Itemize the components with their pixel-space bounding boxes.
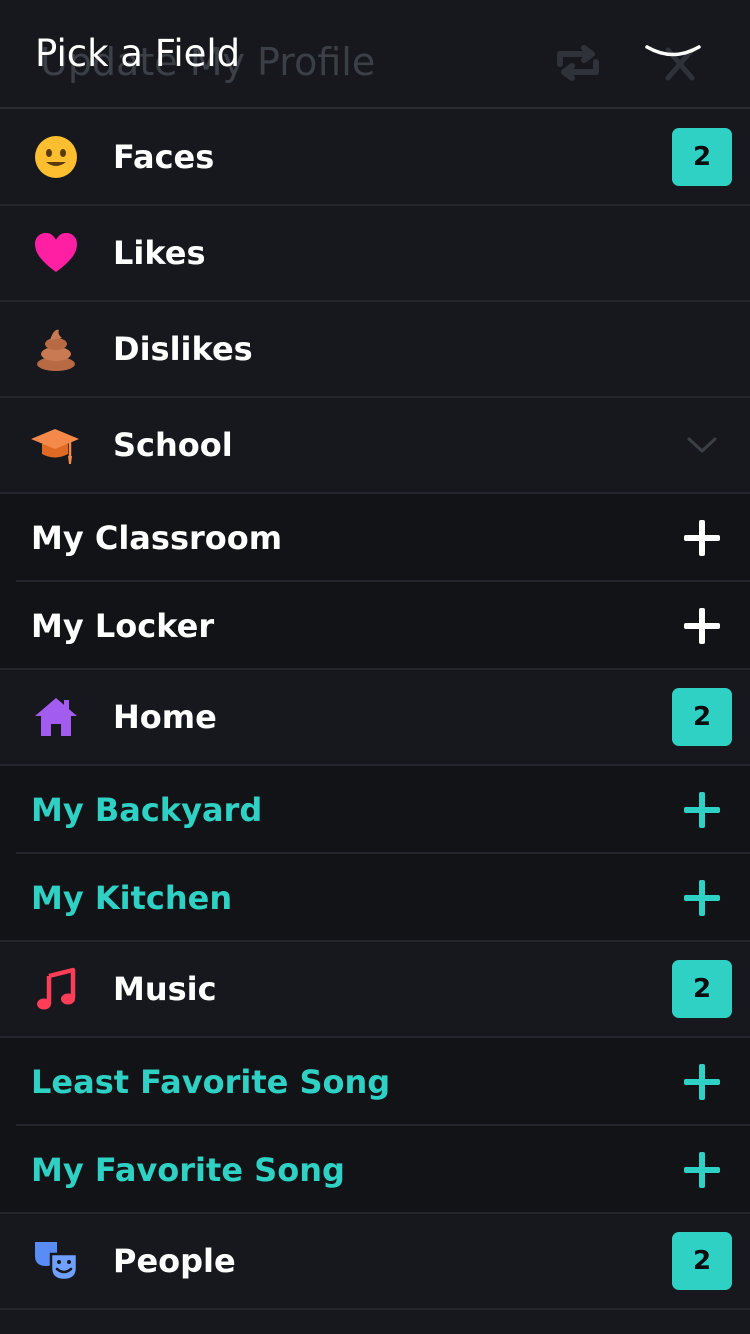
- smiley-face-icon: [35, 136, 77, 178]
- category-label: Home: [113, 698, 217, 736]
- subfield-row[interactable]: My Classroom: [0, 494, 750, 582]
- count-badge: 2: [672, 960, 732, 1018]
- graduation-cap-icon: [31, 429, 79, 464]
- add-icon[interactable]: [684, 1152, 720, 1188]
- category-music[interactable]: Music 2: [0, 942, 750, 1038]
- header: Update My Profile Pick a Field: [0, 0, 750, 109]
- category-faces[interactable]: Faces 2: [0, 110, 750, 206]
- heart-icon: [35, 233, 77, 272]
- add-icon[interactable]: [684, 520, 720, 556]
- count-badge: 2: [672, 688, 732, 746]
- subfield-row[interactable]: My Backyard: [0, 766, 750, 854]
- music-note-icon: [37, 967, 76, 1010]
- subfield-row[interactable]: My Locker: [0, 582, 750, 670]
- category-likes[interactable]: Likes: [0, 206, 750, 302]
- add-icon[interactable]: [684, 880, 720, 916]
- refresh-icon: [557, 45, 599, 81]
- category-label: Likes: [113, 234, 206, 272]
- poop-icon: [37, 329, 75, 371]
- people-masks-icon: [35, 1242, 79, 1282]
- add-icon[interactable]: [684, 792, 720, 828]
- category-home[interactable]: Home 2: [0, 670, 750, 766]
- category-label: People: [113, 1242, 236, 1280]
- add-icon[interactable]: [684, 608, 720, 644]
- count-badge: 2: [672, 1232, 732, 1290]
- house-icon: [35, 698, 77, 736]
- subfield-label: My Kitchen: [31, 879, 233, 917]
- category-dislikes[interactable]: Dislikes: [0, 302, 750, 398]
- subfield-label: My Favorite Song: [31, 1151, 345, 1189]
- category-people[interactable]: People 2: [0, 1214, 750, 1310]
- subfield-label: Least Favorite Song: [31, 1063, 391, 1101]
- subfield-label: My Backyard: [31, 791, 263, 829]
- collapse-button[interactable]: [640, 36, 706, 76]
- category-school[interactable]: School: [0, 398, 750, 494]
- chevron-down-icon: [645, 45, 701, 57]
- count-badge: 2: [672, 128, 732, 186]
- subfield-row[interactable]: My Favorite Song: [0, 1126, 750, 1214]
- category-label: Faces: [113, 138, 215, 176]
- subfield-label: My Classroom: [31, 519, 283, 557]
- page-title: Pick a Field: [35, 32, 241, 75]
- subfield-label: My Locker: [31, 607, 215, 645]
- subfield-row[interactable]: My Kitchen: [0, 854, 750, 942]
- subfield-row[interactable]: Least Favorite Song: [0, 1038, 750, 1126]
- chevron-down-icon: [687, 437, 717, 453]
- category-label: Music: [113, 970, 217, 1008]
- field-list: Faces 2 Likes Dislikes School My Classro…: [0, 110, 750, 1310]
- category-label: Dislikes: [113, 330, 253, 368]
- add-icon[interactable]: [684, 1064, 720, 1100]
- category-label: School: [113, 426, 233, 464]
